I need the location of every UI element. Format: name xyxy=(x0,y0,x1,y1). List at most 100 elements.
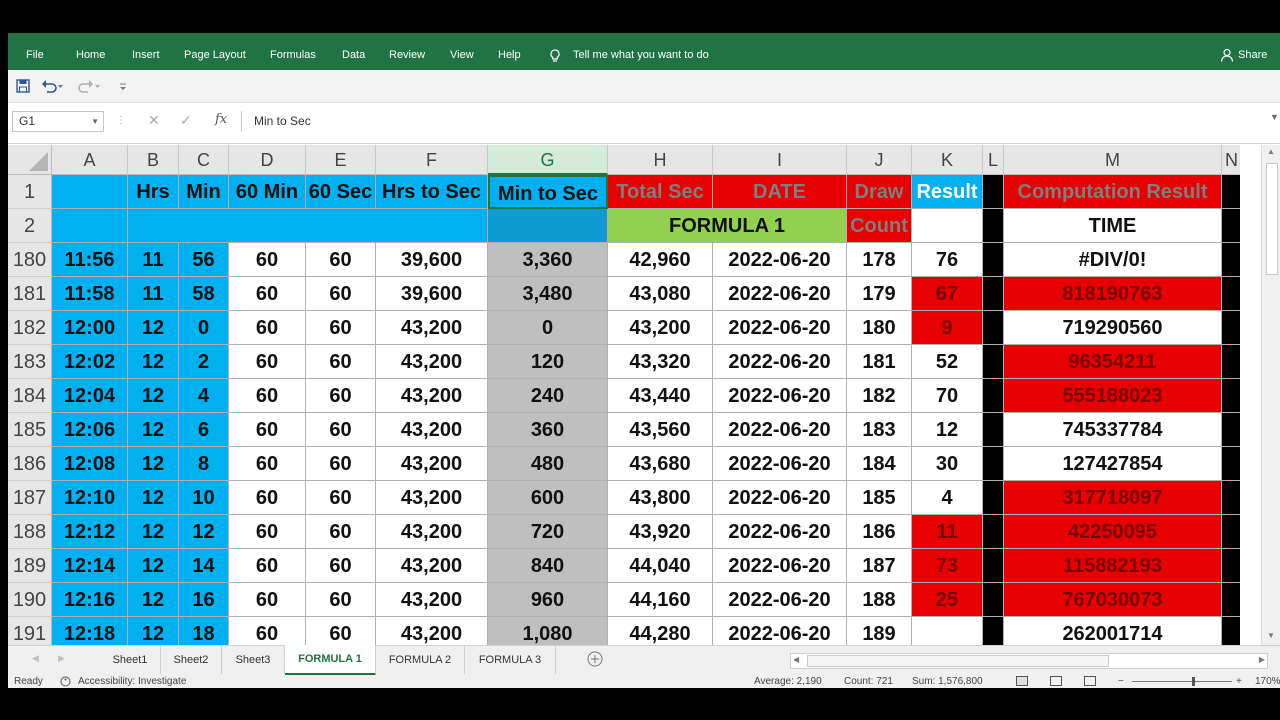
header-cell-e[interactable]: 60 Sec xyxy=(306,175,376,209)
cell-g[interactable]: 0 xyxy=(488,311,608,345)
cell-k[interactable]: 70 xyxy=(912,379,983,413)
select-all-corner[interactable] xyxy=(8,145,52,175)
cell-l[interactable] xyxy=(983,617,1004,645)
column-header-l[interactable]: L xyxy=(983,145,1004,175)
cell-k[interactable]: 30 xyxy=(912,447,983,481)
horizontal-scrollbar[interactable]: ◀ ▶ xyxy=(790,653,1268,669)
cell-f[interactable]: 43,200 xyxy=(376,515,488,549)
header-cell-f[interactable]: Hrs to Sec xyxy=(376,175,488,209)
cell-n[interactable] xyxy=(1222,277,1240,311)
cell-a[interactable]: 12:00 xyxy=(52,311,128,345)
cell-b[interactable]: 12 xyxy=(128,447,179,481)
tab-data[interactable]: Data xyxy=(342,33,365,70)
cell-m[interactable]: 719290560 xyxy=(1004,311,1222,345)
vertical-scroll-thumb[interactable] xyxy=(1266,163,1278,275)
cell-b[interactable]: 12 xyxy=(128,583,179,617)
cell-k[interactable]: 67 xyxy=(912,277,983,311)
share-button[interactable]: Share xyxy=(1238,33,1267,70)
cell-c[interactable]: 18 xyxy=(179,617,229,645)
cell-n[interactable] xyxy=(1222,243,1240,277)
cell-f[interactable]: 43,200 xyxy=(376,311,488,345)
row-header[interactable]: 181 xyxy=(8,277,52,311)
cell-i[interactable]: 2022-06-20 xyxy=(713,379,847,413)
cell-i[interactable]: 2022-06-20 xyxy=(713,311,847,345)
cell-h[interactable]: 43,440 xyxy=(608,379,713,413)
cell-b[interactable]: 12 xyxy=(128,379,179,413)
cell-f[interactable]: 43,200 xyxy=(376,549,488,583)
row-header[interactable]: 190 xyxy=(8,583,52,617)
cell-i[interactable]: 2022-06-20 xyxy=(713,345,847,379)
chevron-down-icon[interactable]: ▼ xyxy=(91,112,99,131)
spreadsheet-grid[interactable]: ABCDEFGHIJKLMNO1218018118218318418518618… xyxy=(8,145,1240,645)
cell-m[interactable]: 42250095 xyxy=(1004,515,1222,549)
header-cell-d[interactable]: 60 Min xyxy=(229,175,306,209)
cell-j[interactable]: 182 xyxy=(847,379,912,413)
column-header-e[interactable]: E xyxy=(306,145,376,175)
column-header-k[interactable]: K xyxy=(912,145,983,175)
scroll-up-icon[interactable]: ▲ xyxy=(1267,147,1275,156)
cell-h[interactable]: 43,320 xyxy=(608,345,713,379)
cell-m[interactable]: 115882193 xyxy=(1004,549,1222,583)
column-header-n[interactable]: N xyxy=(1222,145,1240,175)
cell-e[interactable]: 60 xyxy=(306,277,376,311)
cell-d[interactable]: 60 xyxy=(229,617,306,645)
header-cell-m[interactable]: Computation Result xyxy=(1004,175,1222,209)
cell-g[interactable]: 3,480 xyxy=(488,277,608,311)
cell-m[interactable]: #DIV/0! xyxy=(1004,243,1222,277)
cell-l[interactable] xyxy=(983,583,1004,617)
cell-m[interactable]: 317718097 xyxy=(1004,481,1222,515)
merged-cell-b2-f2[interactable] xyxy=(128,209,488,243)
cell-d[interactable]: 60 xyxy=(229,481,306,515)
cell-e[interactable]: 60 xyxy=(306,617,376,645)
cell-l[interactable] xyxy=(983,447,1004,481)
formula-input[interactable]: Min to Sec xyxy=(241,111,1280,132)
cell-d[interactable]: 60 xyxy=(229,583,306,617)
cell-k[interactable]: 4 xyxy=(912,481,983,515)
zoom-level[interactable]: 170% xyxy=(1255,675,1280,688)
header-cell-k[interactable]: Result xyxy=(912,175,983,209)
column-header-b[interactable]: B xyxy=(128,145,179,175)
column-header-h[interactable]: H xyxy=(608,145,713,175)
cell-h[interactable]: 43,560 xyxy=(608,413,713,447)
cell-a[interactable]: 12:04 xyxy=(52,379,128,413)
cell-b[interactable]: 12 xyxy=(128,413,179,447)
column-header-f[interactable]: F xyxy=(376,145,488,175)
cell-c[interactable]: 56 xyxy=(179,243,229,277)
cell-h[interactable]: 43,200 xyxy=(608,311,713,345)
row-header[interactable]: 187 xyxy=(8,481,52,515)
header-cell-n[interactable] xyxy=(1222,175,1240,209)
cell-f[interactable]: 43,200 xyxy=(376,379,488,413)
scroll-left-icon[interactable]: ◀ xyxy=(793,655,799,664)
row-header[interactable]: 189 xyxy=(8,549,52,583)
cell-j[interactable]: 184 xyxy=(847,447,912,481)
cell-c[interactable]: 16 xyxy=(179,583,229,617)
header-cell-c[interactable]: Min xyxy=(179,175,229,209)
cell-d[interactable]: 60 xyxy=(229,345,306,379)
cell-j[interactable]: 179 xyxy=(847,277,912,311)
cell-d[interactable]: 60 xyxy=(229,447,306,481)
row-header[interactable]: 185 xyxy=(8,413,52,447)
cell-f[interactable]: 39,600 xyxy=(376,243,488,277)
cell-h[interactable]: 43,800 xyxy=(608,481,713,515)
cell-n[interactable] xyxy=(1222,311,1240,345)
cell-j[interactable]: 188 xyxy=(847,583,912,617)
zoom-in-icon[interactable]: + xyxy=(1236,675,1242,688)
column-header-m[interactable]: M xyxy=(1004,145,1222,175)
cell-k[interactable] xyxy=(912,617,983,645)
cell-m[interactable]: 127427854 xyxy=(1004,447,1222,481)
formula-label-cell[interactable]: FORMULA 1 xyxy=(608,209,847,243)
cell-f[interactable]: 43,200 xyxy=(376,481,488,515)
cell-b[interactable]: 12 xyxy=(128,345,179,379)
cell-f[interactable]: 43,200 xyxy=(376,345,488,379)
cell-k[interactable]: 12 xyxy=(912,413,983,447)
share-icon[interactable] xyxy=(1220,48,1234,64)
tab-formulas[interactable]: Formulas xyxy=(270,33,316,70)
cell-g[interactable]: 3,360 xyxy=(488,243,608,277)
sheet-tab-sheet1[interactable]: Sheet1 xyxy=(100,646,161,674)
cell-h[interactable]: 43,080 xyxy=(608,277,713,311)
cell-e[interactable]: 60 xyxy=(306,345,376,379)
redo-icon[interactable] xyxy=(78,79,100,93)
sheet-tab-formula-3[interactable]: FORMULA 3 xyxy=(465,646,556,674)
cell-n[interactable] xyxy=(1222,345,1240,379)
zoom-slider[interactable] xyxy=(1132,677,1232,686)
